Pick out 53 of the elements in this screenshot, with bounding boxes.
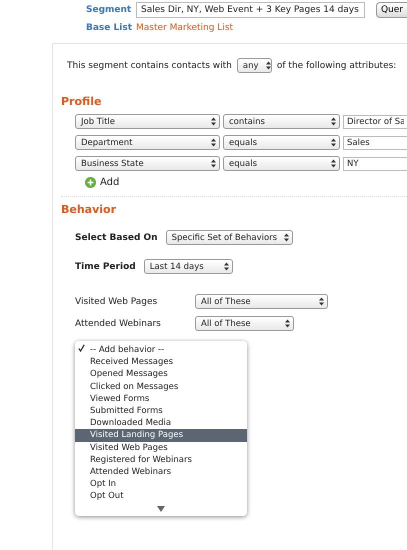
segment-name-field[interactable]: Sales Dir, NY, Web Event + 3 Key Pages 14 days [136,2,365,18]
menu-item[interactable]: Attended Webinars [75,466,247,478]
value-field[interactable]: Sales [343,136,407,150]
menu-item[interactable]: Opt Out [75,490,247,502]
setting-label: Select Based On [75,232,158,242]
section-title: Behavior [61,203,118,216]
criteria-text: This segment contains contacts with [67,60,232,70]
setting-label: Time Period [75,262,136,272]
base-list-link[interactable]: Master Marketing List [136,23,234,33]
stepper-icon [283,233,290,242]
operator-select[interactable]: equals [223,135,340,150]
menu-item[interactable]: Opened Messages [75,368,247,381]
scroll-down-icon[interactable] [157,506,165,512]
behavior-label: Attended Webinars [75,318,162,328]
segment-label: Segment [86,5,130,15]
behavior-select[interactable]: All of These [195,316,294,331]
menu-item[interactable]: Clicked on Messages [75,380,247,393]
attribute-select[interactable]: Department [75,135,220,150]
base-list-label: Base List [86,23,130,33]
setting-select[interactable]: Specific Set of Behaviors [166,230,294,245]
menu-item[interactable]: Downloaded Media [75,417,247,430]
query-button[interactable]: Quer [376,2,407,18]
stepper-icon [210,117,217,126]
setting-select[interactable]: Last 14 days [144,259,233,274]
stepper-icon [210,159,217,168]
stepper-icon [284,319,291,328]
match-select[interactable]: any [236,58,272,73]
behavior-select[interactable]: All of These [195,294,328,309]
value-field[interactable]: NY [343,156,407,170]
add-button[interactable]: Add [85,177,120,188]
stepper-icon [264,61,272,70]
attribute-select[interactable]: Business State [75,156,220,171]
operator-select[interactable]: contains [223,114,340,129]
menu-item[interactable]: Visited Web Pages [75,442,247,454]
section-title: Profile [61,95,102,108]
menu-item[interactable]: -- Add behavior -- [75,344,247,356]
menu-item[interactable]: Viewed Forms [75,392,247,405]
stepper-icon [222,262,230,271]
menu-item[interactable]: Opt In [75,478,247,490]
stepper-icon [330,159,337,168]
menu-item[interactable]: Visited Landing Pages [75,429,247,442]
stepper-icon [330,138,337,147]
plus-icon [85,177,96,188]
criteria-text: of the following attributes: [276,60,396,70]
stepper-icon [318,297,325,306]
stepper-icon [330,117,337,126]
attribute-select[interactable]: Job Title [75,114,220,129]
stepper-icon [210,138,217,147]
menu-item[interactable]: Registered for Webinars [75,454,247,466]
menu-item[interactable]: Received Messages [75,356,247,368]
menu-item[interactable]: Submitted Forms [75,404,247,418]
operator-select[interactable]: equals [223,156,340,171]
behavior-label: Visited Web Pages [75,296,158,306]
